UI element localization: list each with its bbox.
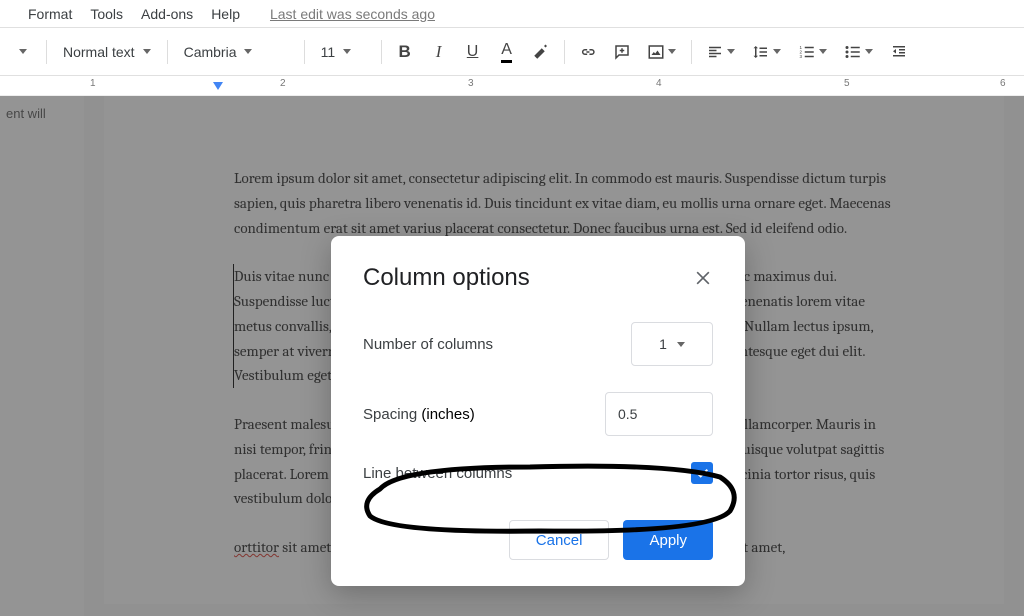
- spacing-label: Spacing (inches): [363, 406, 475, 423]
- menu-help[interactable]: Help: [211, 6, 240, 22]
- number-of-columns-row: Number of columns 1: [363, 322, 713, 366]
- chevron-down-icon: [865, 49, 873, 54]
- text-color-button[interactable]: A: [492, 37, 522, 67]
- font-size-dropdown[interactable]: 11: [313, 37, 373, 67]
- ruler-mark: 1: [90, 78, 96, 89]
- indent-marker-icon[interactable]: [213, 82, 223, 90]
- number-of-columns-label: Number of columns: [363, 336, 493, 353]
- menu-format[interactable]: Format: [28, 6, 72, 22]
- paragraph-style-label: Normal text: [63, 44, 135, 60]
- toolbar-dropdown-icon[interactable]: [8, 37, 38, 67]
- ruler-mark: 6: [1000, 78, 1006, 89]
- font-family-dropdown[interactable]: Cambria: [176, 37, 296, 67]
- toolbar: Normal text Cambria 11 B I U A 123: [0, 28, 1024, 76]
- chevron-down-icon: [677, 342, 685, 347]
- chevron-down-icon: [819, 49, 827, 54]
- number-of-columns-value: 1: [659, 336, 667, 352]
- menu-bar: Format Tools Add-ons Help Last edit was …: [0, 0, 1024, 28]
- insert-link-button[interactable]: [573, 37, 603, 67]
- font-family-label: Cambria: [184, 44, 237, 60]
- add-comment-button[interactable]: [607, 37, 637, 67]
- paragraph-style-dropdown[interactable]: Normal text: [55, 37, 159, 67]
- workspace: ent will Lorem ipsum dolor sit amet, con…: [0, 96, 1024, 616]
- insert-image-button[interactable]: [641, 37, 683, 67]
- bulleted-list-button[interactable]: [838, 37, 880, 67]
- chevron-down-icon: [773, 49, 781, 54]
- menu-tools[interactable]: Tools: [90, 6, 123, 22]
- apply-button[interactable]: Apply: [623, 520, 713, 560]
- align-button[interactable]: [700, 37, 742, 67]
- spacing-row: Spacing (inches): [363, 392, 713, 436]
- column-options-dialog: Column options Number of columns 1 Spaci…: [331, 236, 745, 586]
- numbered-list-button[interactable]: 123: [792, 37, 834, 67]
- bold-button[interactable]: B: [390, 37, 420, 67]
- decrease-indent-button[interactable]: [884, 37, 914, 67]
- chevron-down-icon: [244, 49, 252, 54]
- chevron-down-icon: [343, 49, 351, 54]
- ruler-mark: 4: [656, 78, 662, 89]
- italic-button[interactable]: I: [424, 37, 454, 67]
- close-icon: [693, 268, 713, 288]
- font-size-label: 11: [321, 44, 336, 60]
- chevron-down-icon: [143, 49, 151, 54]
- chevron-down-icon: [727, 49, 735, 54]
- line-between-checkbox[interactable]: [691, 462, 713, 484]
- ruler-mark: 3: [468, 78, 474, 89]
- menu-addons[interactable]: Add-ons: [141, 6, 193, 22]
- ruler-mark: 2: [280, 78, 286, 89]
- ruler-mark: 5: [844, 78, 850, 89]
- cancel-button[interactable]: Cancel: [509, 520, 610, 560]
- number-of-columns-select[interactable]: 1: [631, 322, 713, 366]
- underline-button[interactable]: U: [458, 37, 488, 67]
- dialog-title: Column options: [363, 264, 530, 292]
- line-between-row: Line between columns: [363, 462, 713, 484]
- svg-text:3: 3: [800, 54, 803, 59]
- horizontal-ruler[interactable]: 1 2 3 4 5 6: [0, 76, 1024, 96]
- spacing-input[interactable]: [605, 392, 713, 436]
- highlight-button[interactable]: [526, 37, 556, 67]
- chevron-down-icon: [668, 49, 676, 54]
- close-button[interactable]: [693, 268, 713, 288]
- check-icon: [694, 465, 710, 481]
- line-between-label: Line between columns: [363, 465, 512, 482]
- last-edit-status[interactable]: Last edit was seconds ago: [270, 6, 435, 22]
- line-spacing-button[interactable]: [746, 37, 788, 67]
